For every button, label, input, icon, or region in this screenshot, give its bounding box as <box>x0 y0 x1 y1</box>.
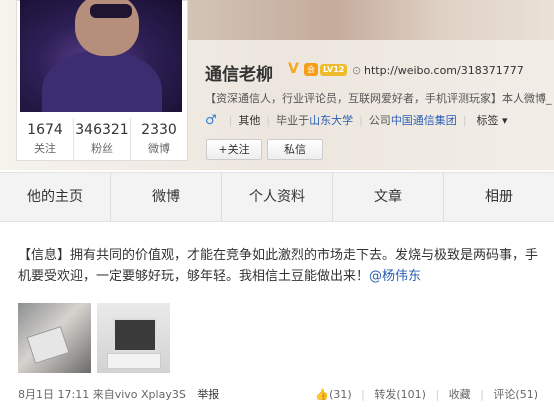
male-icon: ♂ <box>205 112 217 128</box>
school-link[interactable]: 山东大学 <box>309 112 353 128</box>
repost-link[interactable]: 转发(101) <box>374 388 426 401</box>
stat-following[interactable]: 1674 关注 <box>17 118 74 160</box>
like-icon[interactable]: 👍 <box>315 388 329 401</box>
stat-posts[interactable]: 2330 微博 <box>131 118 187 160</box>
stat-following-label: 关注 <box>34 142 56 155</box>
tags-dropdown[interactable]: 标签 ▾ <box>477 112 508 128</box>
stat-posts-label: 微博 <box>148 142 170 155</box>
message-button[interactable]: 私信 <box>267 139 323 160</box>
profile-stats: 1674 关注 346321 粉丝 2330 微博 <box>16 118 188 161</box>
favorite-link[interactable]: 收藏 <box>449 388 471 401</box>
like-count[interactable]: (31) <box>329 388 352 401</box>
link-icon: ⊙ <box>352 64 362 77</box>
tab-home[interactable]: 他的主页 <box>0 173 111 221</box>
location-link[interactable]: 其他 <box>238 112 260 128</box>
report-link[interactable]: 举报 <box>197 388 219 401</box>
stat-followers-label: 粉丝 <box>91 142 113 155</box>
cover-banner <box>184 0 554 40</box>
tab-albums[interactable]: 相册 <box>444 173 554 221</box>
tab-weibo[interactable]: 微博 <box>111 173 222 221</box>
company-link[interactable]: 中国通信集团 <box>391 112 457 128</box>
post-time[interactable]: 8月1日 17:11 <box>18 388 89 401</box>
profile-name: 通信老柳 <box>205 65 273 85</box>
follow-button[interactable]: +关注 <box>206 139 262 160</box>
profile-url[interactable]: http://weibo.com/318371777 <box>364 64 524 77</box>
vip-icon[interactable]: 会 <box>304 63 318 76</box>
profile-bio: 【资深通信人，行业评论员，互联网爱好者，手机评测玩家】本人微博_ <box>205 92 552 105</box>
post-source[interactable]: 来自vivo Xplay3S <box>93 388 186 401</box>
tab-profile[interactable]: 个人资料 <box>222 173 333 221</box>
profile-meta: ♂ | 其他 | 毕业于 山东大学 | 公司 中国通信集团 | 标签 ▾ <box>205 112 508 128</box>
mention-link[interactable]: @杨伟东 <box>369 269 421 284</box>
comment-link[interactable]: 评论(51) <box>493 388 538 401</box>
profile-tabs: 他的主页 微博 个人资料 文章 相册 <box>0 172 554 222</box>
avatar[interactable] <box>20 0 182 112</box>
tab-articles[interactable]: 文章 <box>333 173 444 221</box>
school-prefix: 毕业于 <box>276 114 310 127</box>
level-badge[interactable]: LV12 <box>320 64 348 76</box>
post-image-1[interactable] <box>18 303 91 373</box>
stat-following-value: 1674 <box>27 122 63 138</box>
stat-followers[interactable]: 346321 粉丝 <box>74 118 131 160</box>
stat-followers-value: 346321 <box>75 122 129 138</box>
stat-posts-value: 2330 <box>141 122 177 138</box>
post-body: 【信息】拥有共同的价值观，才能在竞争如此激烈的市场走下去。发烧与极致是两码事，手… <box>18 248 539 284</box>
company-prefix: 公司 <box>368 114 391 127</box>
post-image-2[interactable] <box>97 303 170 373</box>
verified-v-icon[interactable]: V <box>288 62 302 76</box>
post-text: 【信息】拥有共同的价值观，才能在竞争如此激烈的市场走下去。发烧与极致是两码事，手… <box>18 245 538 287</box>
